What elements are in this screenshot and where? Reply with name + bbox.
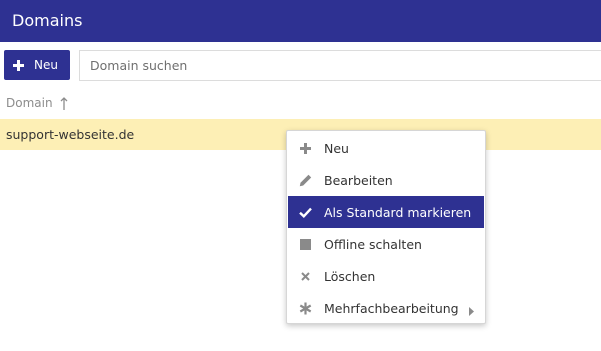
menu-item-bulk-edit[interactable]: Mehrfachbearbeitung <box>288 292 484 324</box>
checkmark-icon <box>297 204 313 220</box>
submenu-arrow-icon <box>469 304 474 319</box>
pencil-icon <box>297 172 313 188</box>
menu-item-mark-default[interactable]: Als Standard markieren <box>288 196 484 228</box>
menu-item-edit[interactable]: Bearbeiten <box>288 164 484 196</box>
menu-item-label: Löschen <box>324 268 376 284</box>
menu-item-new[interactable]: Neu <box>288 132 484 164</box>
plus-icon <box>297 140 313 156</box>
page-title-bar: Domains <box>0 0 601 42</box>
menu-item-offline[interactable]: Offline schalten <box>288 228 484 260</box>
context-menu: Neu Bearbeiten Als Standard markieren Of… <box>286 130 486 324</box>
toolbar: Neu <box>0 50 601 81</box>
close-x-icon <box>297 268 313 284</box>
menu-item-label: Als Standard markieren <box>324 204 472 220</box>
menu-item-label: Offline schalten <box>324 236 422 252</box>
column-header-label: Domain <box>6 96 53 110</box>
menu-item-label: Neu <box>324 140 349 156</box>
stop-square-icon <box>297 236 313 252</box>
new-domain-button-label: Neu <box>34 58 58 72</box>
domain-search-input[interactable] <box>79 50 601 81</box>
column-header-domain[interactable]: Domain <box>6 94 68 112</box>
menu-item-label: Bearbeiten <box>324 172 393 188</box>
menu-item-delete[interactable]: Löschen <box>288 260 484 292</box>
menu-item-label: Mehrfachbearbeitung <box>324 300 459 316</box>
asterisk-icon <box>297 300 313 316</box>
page-title: Domains <box>12 11 83 30</box>
plus-icon <box>13 59 24 71</box>
new-domain-button[interactable]: Neu <box>4 50 70 80</box>
domain-cell: support-webseite.de <box>6 127 135 142</box>
sort-arrow-up-icon <box>53 96 68 110</box>
